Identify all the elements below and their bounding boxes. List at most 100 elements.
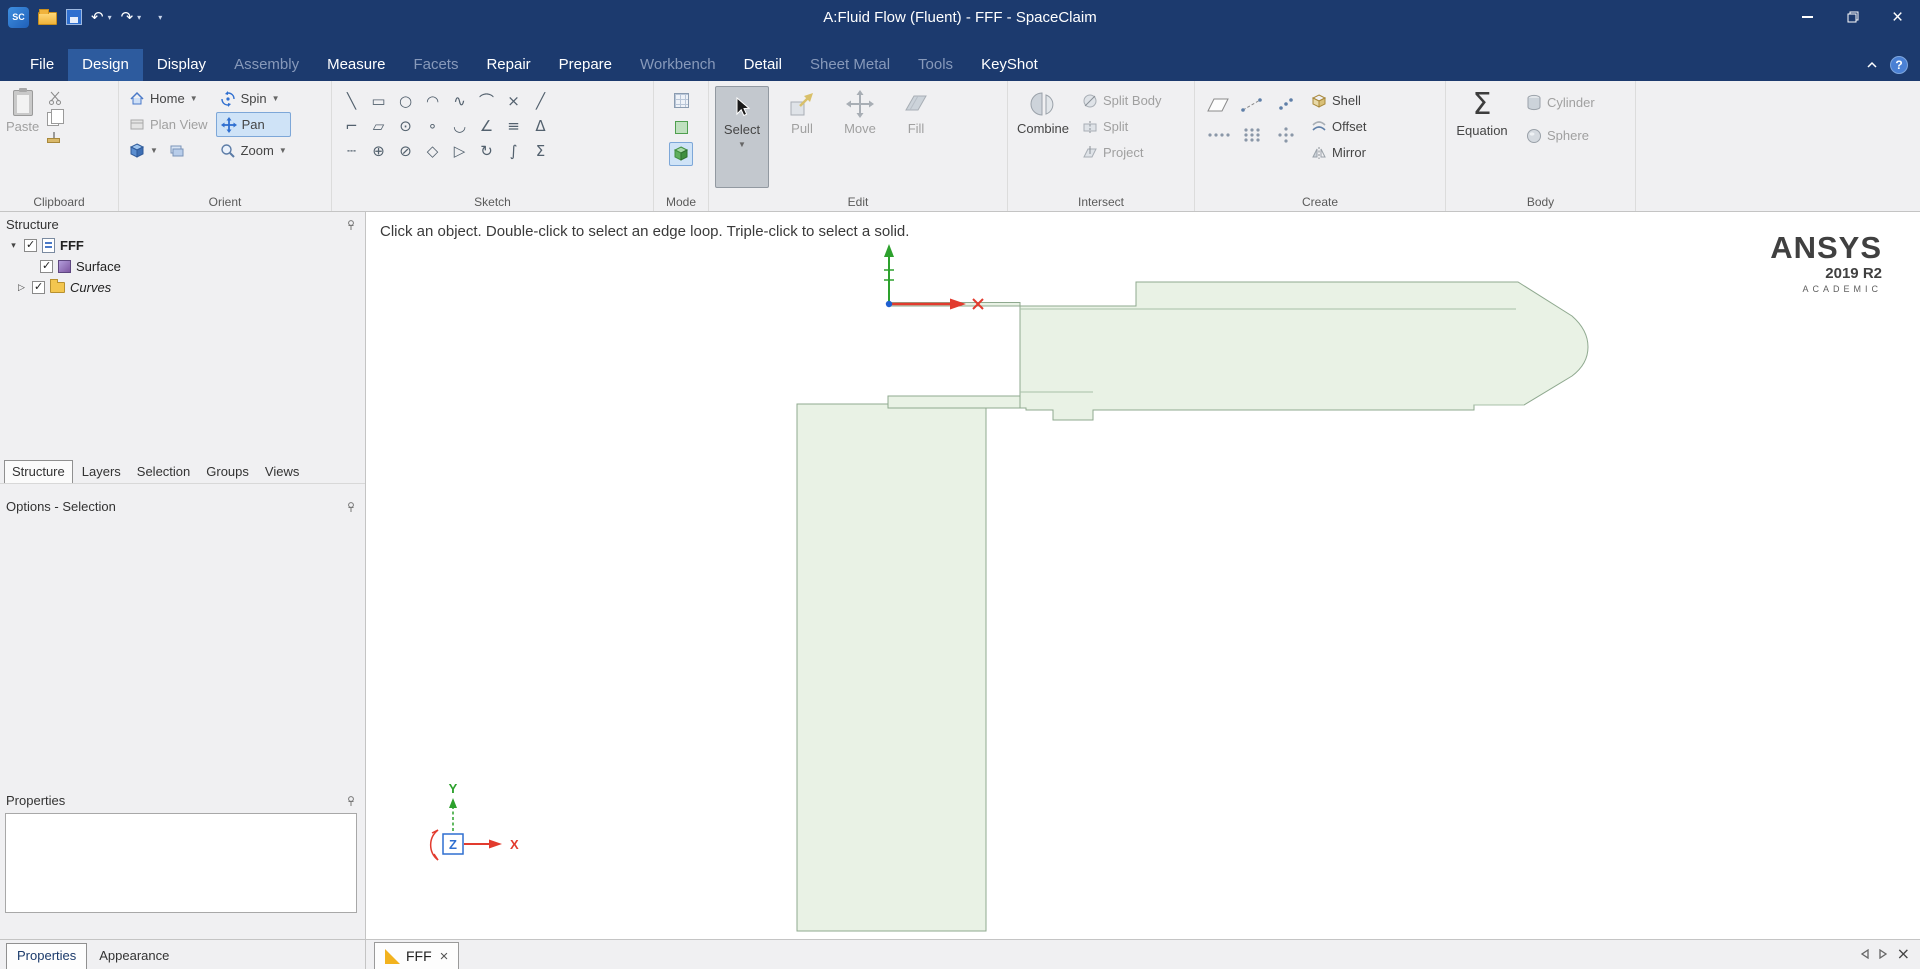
scroll-tabs-left-icon[interactable]: [1860, 948, 1869, 959]
pan-button[interactable]: Pan: [215, 112, 291, 137]
view-style-icon[interactable]: [169, 144, 185, 158]
pin-icon[interactable]: [345, 219, 357, 231]
connector-face[interactable]: [887, 395, 1021, 409]
save-icon[interactable]: [66, 9, 82, 25]
arc-icon[interactable]: ◠: [419, 88, 446, 113]
rectangle-icon[interactable]: ▭: [365, 88, 392, 113]
nozzle-profile-face[interactable]: [1019, 281, 1589, 421]
polygon-icon[interactable]: ◇: [419, 138, 446, 163]
sidebar-tab-layers[interactable]: Layers: [75, 461, 128, 483]
combine-button[interactable]: Combine: [1014, 86, 1072, 165]
trim-icon[interactable]: ×: [500, 88, 527, 113]
restore-button[interactable]: [1830, 0, 1875, 34]
line-icon[interactable]: ╲: [338, 88, 365, 113]
visibility-checkbox[interactable]: [24, 238, 37, 252]
zoom-button[interactable]: Zoom ▼: [216, 138, 291, 163]
tree-item-fff[interactable]: FFF: [60, 238, 84, 253]
corner-line-icon[interactable]: ⌐: [338, 113, 365, 138]
pin-icon[interactable]: [345, 795, 357, 807]
tab-file[interactable]: File: [16, 49, 68, 81]
close-document-icon[interactable]: ×: [1897, 944, 1910, 963]
three-point-rectangle-icon[interactable]: ▱: [365, 113, 392, 138]
mirror-button[interactable]: Mirror: [1307, 140, 1370, 165]
plane-icon[interactable]: [1205, 97, 1231, 113]
equation-curve-icon[interactable]: Σ: [527, 138, 554, 163]
customize-toolbar-icon[interactable]: ▾: [158, 13, 162, 22]
dock-tab-properties[interactable]: Properties: [6, 943, 88, 969]
sweep-arc-icon[interactable]: ◡: [446, 113, 473, 138]
geometry-viewport[interactable]: Y X Z: [366, 212, 1920, 939]
circle-icon[interactable]: ○: [392, 88, 419, 113]
tree-item-curves[interactable]: Curves: [70, 280, 111, 295]
solid-mode-button[interactable]: [669, 142, 693, 166]
help-icon[interactable]: ?: [1890, 56, 1908, 74]
tangent-arc-icon[interactable]: ⌒: [473, 88, 500, 113]
offset-button[interactable]: Offset: [1307, 114, 1370, 139]
spline-icon[interactable]: ∿: [446, 88, 473, 113]
view-orientation-button[interactable]: ▼: [125, 138, 212, 163]
point-pattern-icon[interactable]: [1276, 126, 1296, 144]
fillet-icon[interactable]: ∫: [500, 138, 527, 163]
minimize-button[interactable]: [1785, 0, 1830, 34]
dock-tab-appearance[interactable]: Appearance: [89, 944, 179, 969]
rotate-icon[interactable]: ↻: [473, 138, 500, 163]
axis-icon[interactable]: [1240, 97, 1264, 113]
format-painter-icon[interactable]: [47, 132, 61, 143]
collapse-expander-icon[interactable]: ▾: [8, 241, 19, 251]
expand-expander-icon[interactable]: ▷: [16, 283, 27, 293]
tab-prepare[interactable]: Prepare: [545, 49, 626, 81]
tab-repair[interactable]: Repair: [472, 49, 544, 81]
tab-measure[interactable]: Measure: [313, 49, 399, 81]
vertical-duct-face[interactable]: [796, 403, 987, 932]
document-close-icon[interactable]: ×: [440, 948, 449, 965]
document-tab-fff[interactable]: FFF ×: [374, 942, 460, 969]
sidebar-tab-views[interactable]: Views: [258, 461, 306, 483]
chamfer-icon[interactable]: Δ: [527, 113, 554, 138]
redo-dropdown-icon[interactable]: ▾: [137, 13, 141, 22]
sketch-mode-button[interactable]: [669, 88, 693, 112]
point-icon[interactable]: ∘: [419, 113, 446, 138]
ellipse-icon[interactable]: ⊕: [365, 138, 392, 163]
split-curve-icon[interactable]: ⊘: [392, 138, 419, 163]
select-button[interactable]: Select ▼: [715, 86, 769, 188]
visibility-checkbox[interactable]: [40, 259, 53, 273]
visibility-checkbox[interactable]: [32, 280, 45, 294]
sidebar-tab-groups[interactable]: Groups: [199, 461, 256, 483]
properties-content[interactable]: [5, 813, 357, 913]
angle-icon[interactable]: ∠: [473, 113, 500, 138]
redo-icon[interactable]: ↷: [121, 9, 134, 25]
mirror-line-icon[interactable]: ╱: [527, 88, 554, 113]
undo-icon[interactable]: ↶: [91, 9, 104, 25]
sidebar-tab-structure[interactable]: Structure: [4, 460, 73, 483]
model-canvas[interactable]: Click an object. Double-click to select …: [366, 212, 1920, 939]
tree-item-surface[interactable]: Surface: [76, 259, 121, 274]
open-file-icon[interactable]: [38, 9, 57, 25]
section-mode-button[interactable]: [669, 115, 693, 139]
offset-line-icon[interactable]: ≡: [500, 113, 527, 138]
sidebar-tab-selection[interactable]: Selection: [130, 461, 197, 483]
spaceclaim-logo-icon[interactable]: SC: [8, 6, 29, 28]
coordinate-triad[interactable]: Y X Z: [429, 781, 519, 861]
project-curve-icon[interactable]: ▷: [446, 138, 473, 163]
home-view-button[interactable]: Home ▼: [125, 86, 212, 111]
datum-point-icon[interactable]: [1276, 97, 1296, 113]
pin-icon[interactable]: [345, 501, 357, 513]
cut-icon[interactable]: [47, 90, 63, 106]
center-circle-icon[interactable]: ⊙: [392, 113, 419, 138]
close-button[interactable]: ×: [1875, 0, 1920, 34]
point-grid-icon[interactable]: [1242, 126, 1262, 144]
undo-dropdown-icon[interactable]: ▾: [108, 13, 112, 22]
origin-point[interactable]: [885, 300, 893, 308]
scroll-tabs-right-icon[interactable]: [1878, 948, 1887, 959]
tab-design[interactable]: Design: [68, 49, 143, 81]
equation-button[interactable]: Σ Equation: [1452, 86, 1512, 148]
copy-icon[interactable]: [47, 109, 65, 126]
origin-axes[interactable]: [884, 244, 984, 310]
point-row-icon[interactable]: [1206, 128, 1230, 142]
tab-display[interactable]: Display: [143, 49, 220, 81]
tab-detail[interactable]: Detail: [730, 49, 796, 81]
shell-button[interactable]: Shell: [1307, 88, 1370, 113]
tab-keyshot[interactable]: KeyShot: [967, 49, 1052, 81]
spin-button[interactable]: Spin ▼: [216, 86, 291, 111]
collapse-ribbon-icon[interactable]: [1866, 61, 1878, 69]
